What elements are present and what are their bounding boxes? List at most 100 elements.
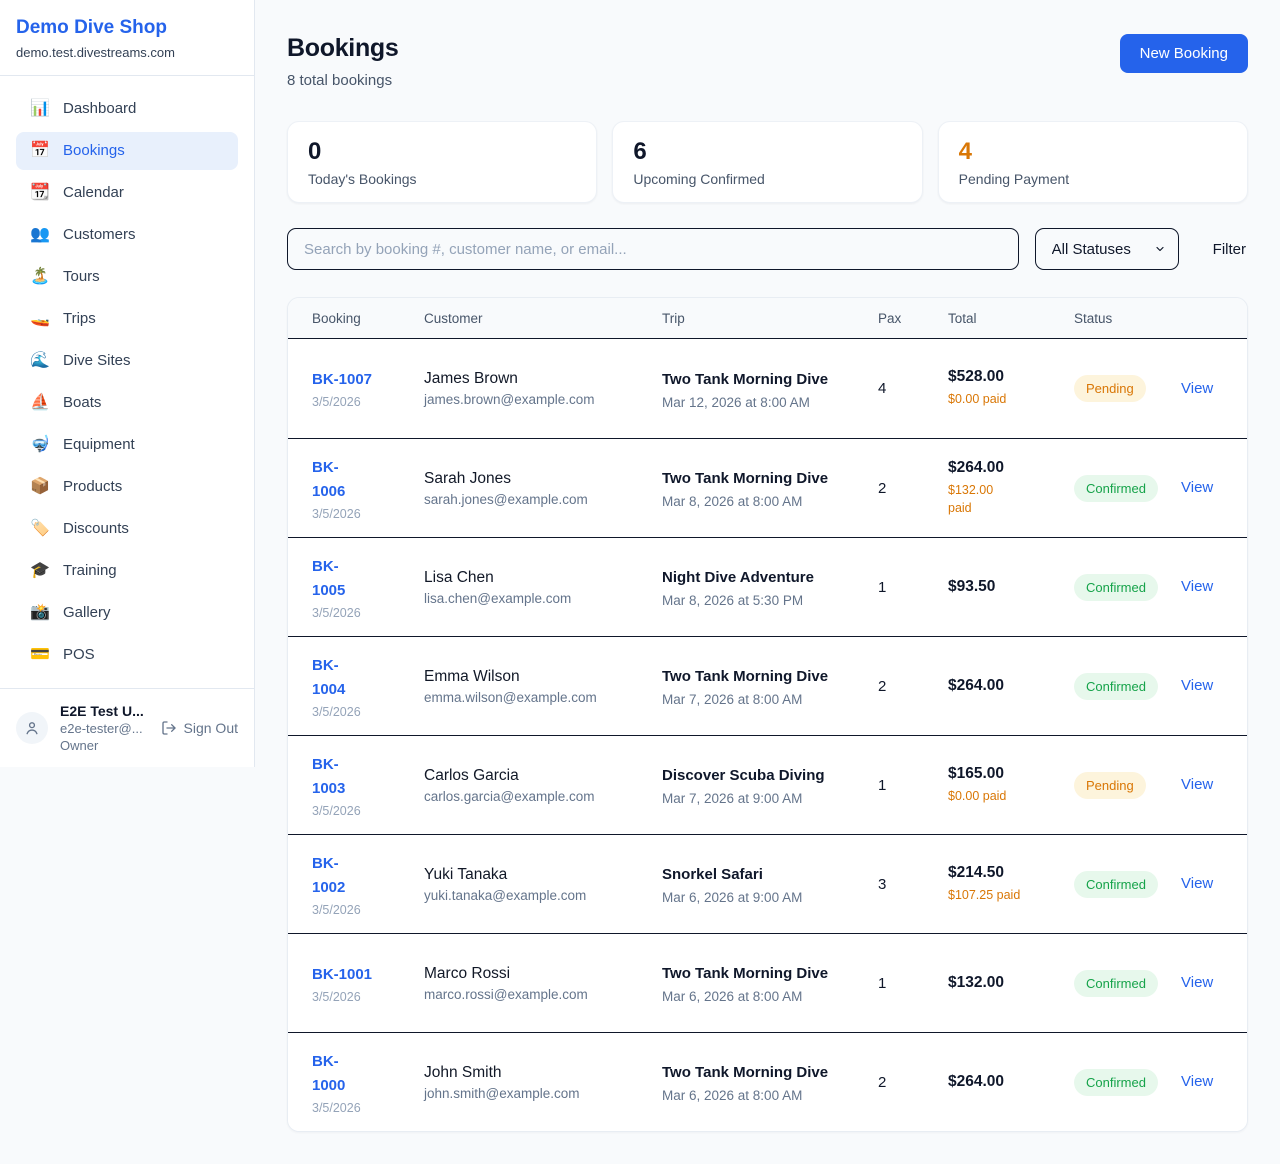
total-cell: $165.00 $0.00 paid xyxy=(948,765,1074,805)
view-link[interactable]: View xyxy=(1181,776,1213,793)
sidebar-item-dashboard[interactable]: 📊 Dashboard xyxy=(16,90,238,128)
booking-number-link[interactable]: BK- 1005 xyxy=(312,555,345,603)
booking-number-link[interactable]: BK- 1006 xyxy=(312,456,345,504)
view-link[interactable]: View xyxy=(1181,875,1213,892)
sidebar-item-discounts[interactable]: 🏷️ Discounts xyxy=(16,510,238,548)
sidebar-item-bookings[interactable]: 📅 Bookings xyxy=(16,132,238,170)
booking-date: 3/5/2026 xyxy=(312,705,424,719)
booking-number-link[interactable]: BK- 1003 xyxy=(312,753,345,801)
customer-email: lisa.chen@example.com xyxy=(424,591,662,606)
status-cell: Confirmed xyxy=(1074,970,1181,997)
stat-label: Upcoming Confirmed xyxy=(633,171,901,187)
app: Demo Dive Shop demo.test.divestreams.com… xyxy=(0,0,1280,1164)
booking-number-link[interactable]: BK- 1000 xyxy=(312,1050,345,1098)
view-link[interactable]: View xyxy=(1181,1073,1213,1090)
status-select[interactable]: All Statuses xyxy=(1035,228,1179,270)
sidebar-item-label: Dive Sites xyxy=(63,351,131,371)
brand-domain: demo.test.divestreams.com xyxy=(16,45,238,60)
customer-name: John Smith xyxy=(424,1064,662,1082)
view-link[interactable]: View xyxy=(1181,479,1213,496)
sidebar-item-boats[interactable]: ⛵ Boats xyxy=(16,384,238,422)
column-header-trip: Trip xyxy=(662,311,878,326)
sidebar-item-customers[interactable]: 👥 Customers xyxy=(16,216,238,254)
user-icon xyxy=(23,719,41,737)
customer-name: Emma Wilson xyxy=(424,668,662,686)
trip-name: Night Dive Adventure xyxy=(662,566,840,590)
customer-name: Marco Rossi xyxy=(424,965,662,983)
trip-cell: Snorkel Safari Mar 6, 2026 at 9:00 AM xyxy=(662,863,878,905)
tear-off-calendar-icon: 📆 xyxy=(30,183,50,203)
total-cell: $264.00 xyxy=(948,1073,1074,1091)
sign-out-icon xyxy=(161,720,177,736)
customer-cell: Yuki Tanaka yuki.tanaka@example.com xyxy=(424,866,662,903)
pax-value: 4 xyxy=(878,380,948,397)
sidebar-item-tours[interactable]: 🏝️ Tours xyxy=(16,258,238,296)
paid-amount: $0.00 paid xyxy=(948,787,1043,805)
sign-out-button[interactable]: Sign Out xyxy=(161,720,238,736)
view-link[interactable]: View xyxy=(1181,974,1213,991)
filter-button[interactable]: Filter xyxy=(1211,233,1248,266)
actions-cell: View xyxy=(1181,578,1223,596)
customer-cell: Sarah Jones sarah.jones@example.com xyxy=(424,470,662,507)
sidebar-item-dive-sites[interactable]: 🌊 Dive Sites xyxy=(16,342,238,380)
stat-value: 0 xyxy=(308,137,576,167)
sidebar-item-equipment[interactable]: 🤿 Equipment xyxy=(16,426,238,464)
trip-cell: Night Dive Adventure Mar 8, 2026 at 5:30… xyxy=(662,566,878,608)
sidebar: Demo Dive Shop demo.test.divestreams.com… xyxy=(0,0,255,767)
total-cell: $214.50 $107.25 paid xyxy=(948,864,1074,904)
paid-amount: $107.25 paid xyxy=(948,886,1043,904)
status-cell: Pending xyxy=(1074,772,1181,799)
new-booking-button[interactable]: New Booking xyxy=(1120,34,1248,73)
sidebar-item-pos[interactable]: 💳 POS xyxy=(16,636,238,674)
status-badge: Confirmed xyxy=(1074,1069,1158,1096)
booking-number-link[interactable]: BK- 1002 xyxy=(312,852,345,900)
people-icon: 👥 xyxy=(30,225,50,245)
page-header: Bookings 8 total bookings New Booking xyxy=(287,34,1248,89)
sidebar-item-products[interactable]: 📦 Products xyxy=(16,468,238,506)
brand-name[interactable]: Demo Dive Shop xyxy=(16,17,238,39)
pax-value: 1 xyxy=(878,777,948,794)
diving-mask-icon: 🤿 xyxy=(30,435,50,455)
trip-datetime: Mar 12, 2026 at 8:00 AM xyxy=(662,395,878,410)
view-link[interactable]: View xyxy=(1181,380,1213,397)
sidebar-item-training[interactable]: 🎓 Training xyxy=(16,552,238,590)
booking-number-link[interactable]: BK- 1004 xyxy=(312,654,345,702)
user-name: E2E Test U... xyxy=(60,703,149,719)
sidebar-item-calendar[interactable]: 📆 Calendar xyxy=(16,174,238,212)
column-header-pax: Pax xyxy=(878,311,948,326)
sidebar-item-label: Calendar xyxy=(63,183,124,203)
wave-icon: 🌊 xyxy=(30,351,50,371)
booking-number-link[interactable]: BK-1001 xyxy=(312,963,372,987)
view-link[interactable]: View xyxy=(1181,578,1213,595)
total-amount: $264.00 xyxy=(948,1073,1074,1091)
table-header-row: Booking Customer Trip Pax Total Status xyxy=(288,298,1247,339)
booking-date: 3/5/2026 xyxy=(312,507,424,521)
search-input[interactable] xyxy=(287,228,1019,270)
island-icon: 🏝️ xyxy=(30,267,50,287)
status-badge: Confirmed xyxy=(1074,574,1158,601)
table-row: BK- 1006 3/5/2026 Sarah Jones sarah.jone… xyxy=(288,438,1247,537)
status-cell: Confirmed xyxy=(1074,475,1181,502)
sidebar-item-label: Dashboard xyxy=(63,99,136,119)
bar-chart-icon: 📊 xyxy=(30,99,50,119)
sidebar-item-label: Tours xyxy=(63,267,100,287)
status-cell: Confirmed xyxy=(1074,574,1181,601)
customer-name: Yuki Tanaka xyxy=(424,866,662,884)
sidebar-item-gallery[interactable]: 📸 Gallery xyxy=(16,594,238,632)
booking-number-link[interactable]: BK-1007 xyxy=(312,368,372,392)
sidebar-item-trips[interactable]: 🚤 Trips xyxy=(16,300,238,338)
stats-row: 0 Today's Bookings 6 Upcoming Confirmed … xyxy=(287,121,1248,203)
booking-cell: BK-1001 3/5/2026 xyxy=(312,963,424,1004)
paid-amount: $132.00 paid xyxy=(948,481,1043,517)
total-cell: $264.00 xyxy=(948,677,1074,695)
user-role: Owner xyxy=(60,738,149,753)
trip-cell: Two Tank Morning Dive Mar 8, 2026 at 8:0… xyxy=(662,467,878,509)
trip-datetime: Mar 6, 2026 at 9:00 AM xyxy=(662,890,878,905)
view-link[interactable]: View xyxy=(1181,677,1213,694)
booking-date: 3/5/2026 xyxy=(312,1101,424,1115)
trip-datetime: Mar 6, 2026 at 8:00 AM xyxy=(662,1088,878,1103)
status-badge: Confirmed xyxy=(1074,970,1158,997)
stat-card-pending-payment: 4 Pending Payment xyxy=(938,121,1248,203)
status-cell: Confirmed xyxy=(1074,871,1181,898)
main-content: Bookings 8 total bookings New Booking 0 … xyxy=(255,0,1280,1164)
